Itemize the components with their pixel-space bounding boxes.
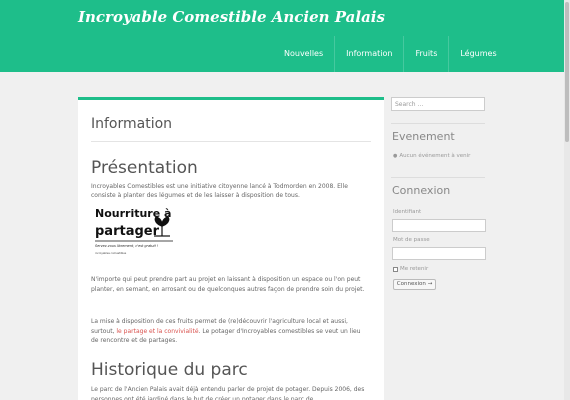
remember-me[interactable]: Me retenir <box>393 266 428 272</box>
search-input[interactable] <box>391 97 485 111</box>
page-scrollbar[interactable] <box>564 0 570 400</box>
nav-item-information[interactable]: Information <box>334 36 403 72</box>
title-divider <box>91 141 371 142</box>
bullet-icon: ● <box>393 153 398 159</box>
remember-checkbox[interactable] <box>393 266 398 272</box>
main-nav: Nouvelles Information Fruits Légumes <box>273 36 508 72</box>
paragraph-sharing: La mise à disposition de ces fruits perm… <box>91 317 366 346</box>
paragraph-intro: Incroyables Comestibles est une initiati… <box>91 183 348 199</box>
logo-line1: Nourriture à <box>95 207 171 220</box>
logo-tiny-text: incroyables comestibles <box>95 251 127 255</box>
events-empty-label: Aucun événement à venir <box>399 153 471 159</box>
logo-small-text: Servez-vous librement, c'est gratuit ! <box>95 244 159 248</box>
nav-item-nouvelles[interactable]: Nouvelles <box>273 36 334 72</box>
nav-item-fruits[interactable]: Fruits <box>403 36 448 72</box>
login-widget-title: Connexion <box>392 184 451 197</box>
scrollbar-thumb[interactable] <box>565 2 569 142</box>
events-widget-title: Evenement <box>392 130 455 143</box>
sidebar-divider <box>391 123 485 124</box>
remember-label: Me retenir <box>400 266 429 272</box>
site-title[interactable]: Incroyable Comestible Ancien Palais <box>78 8 385 26</box>
password-label: Mot de passe <box>393 237 430 243</box>
sidebar-divider <box>391 177 485 178</box>
login-button[interactable]: Connexion → <box>393 279 436 290</box>
section-title-historique: Historique du parc <box>91 360 248 380</box>
site-header: Incroyable Comestible Ancien Palais Nouv… <box>0 0 570 72</box>
identifiant-field[interactable] <box>392 219 486 232</box>
section-title-presentation: Présentation <box>91 158 198 178</box>
nourriture-a-partager-logo: Nourriture à partager Servez-vous librem… <box>94 204 174 264</box>
page-title: Information <box>91 116 173 132</box>
logo-line2: partager <box>95 224 160 239</box>
main-content: Information Présentation Incroyables Com… <box>78 97 384 400</box>
events-empty-message: ● Aucun événement à venir <box>393 153 470 159</box>
paragraph-sharing-highlight: le partage et la convivialité <box>116 327 199 335</box>
paragraph-historique: Le parc de l'Ancien Palais avait déjà en… <box>91 386 365 400</box>
nav-item-legumes[interactable]: Légumes <box>448 36 507 72</box>
paragraph-participation: N'importe qui peut prendre part au proje… <box>91 276 365 293</box>
identifiant-label: Identifiant <box>393 209 422 215</box>
password-field[interactable] <box>392 247 486 260</box>
